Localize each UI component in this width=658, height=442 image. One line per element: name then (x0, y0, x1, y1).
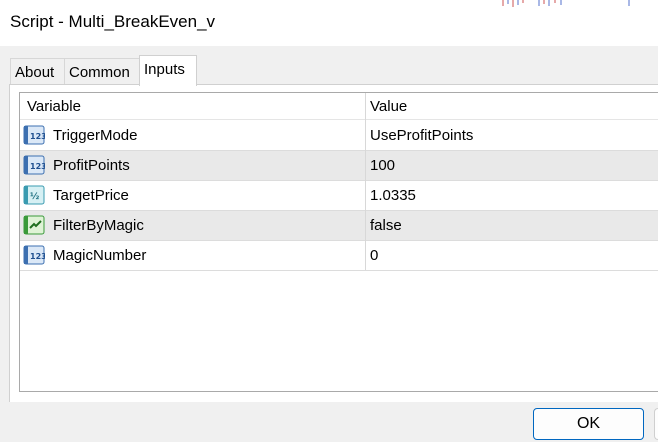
ok-button[interactable]: OK (533, 408, 644, 440)
column-header-value[interactable]: Value (370, 98, 407, 115)
title-bar: Script - Multi_BreakEven_v (0, 0, 658, 46)
tab-about[interactable]: About (10, 58, 65, 84)
cancel-button-partial[interactable] (654, 408, 658, 440)
svg-text:123: 123 (30, 162, 45, 171)
integer-123-icon: 123 (23, 155, 45, 175)
variable-value[interactable]: 0 (370, 247, 378, 264)
integer-123-icon: 123 (23, 245, 45, 265)
variable-name: TargetPrice (53, 187, 129, 204)
boolean-toggle-icon (23, 215, 45, 235)
column-header-variable[interactable]: Variable (27, 98, 81, 115)
variable-name: TriggerMode (53, 127, 138, 144)
inputs-grid: Variable Value 123 TriggerMode UseProfit… (19, 92, 658, 392)
variable-value[interactable]: 1.0335 (370, 187, 416, 204)
table-row[interactable]: 123 MagicNumber 0 (20, 241, 658, 271)
column-divider[interactable] (365, 93, 366, 270)
tab-common[interactable]: Common (64, 58, 141, 84)
svg-text:123: 123 (30, 132, 45, 141)
variable-name: MagicNumber (53, 247, 147, 264)
svg-text:½: ½ (30, 191, 39, 202)
table-row[interactable]: ½ TargetPrice 1.0335 (20, 181, 658, 211)
integer-123-icon: 123 (23, 125, 45, 145)
variable-name: ProfitPoints (53, 157, 130, 174)
variable-value[interactable]: 100 (370, 157, 395, 174)
variable-name: FilterByMagic (53, 217, 144, 234)
table-row[interactable]: 123 ProfitPoints 100 (20, 151, 658, 181)
fraction-half-icon: ½ (23, 185, 45, 205)
variable-value[interactable]: false (370, 217, 402, 234)
script-dialog: Script - Multi_BreakEven_v About Common … (0, 0, 658, 442)
table-row[interactable]: FilterByMagic false (20, 211, 658, 241)
background-chart-fragment (502, 0, 630, 7)
variable-value[interactable]: UseProfitPoints (370, 127, 473, 144)
tab-inputs[interactable]: Inputs (139, 55, 197, 86)
grid-header: Variable Value (20, 93, 658, 120)
table-row[interactable]: 123 TriggerMode UseProfitPoints (20, 121, 658, 151)
svg-text:123: 123 (30, 252, 45, 261)
window-title: Script - Multi_BreakEven_v (10, 12, 216, 31)
